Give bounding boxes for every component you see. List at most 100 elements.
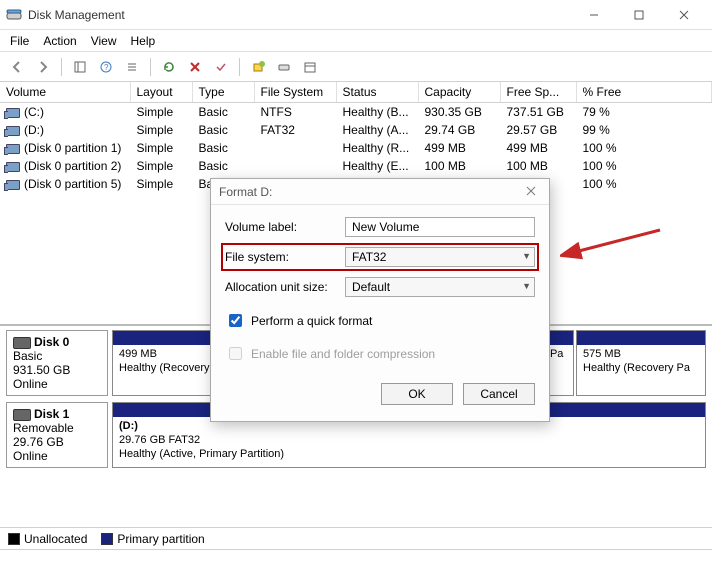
col-fs[interactable]: File System (254, 82, 336, 103)
table-row[interactable]: (Disk 0 partition 2) Simple Basic Health… (0, 157, 712, 175)
cell: (C:) (24, 105, 44, 119)
compression-checkbox (229, 347, 242, 360)
forward-icon[interactable] (32, 56, 54, 78)
swatch-unallocated (8, 533, 20, 545)
dialog-titlebar[interactable]: Format D: (211, 179, 549, 205)
menu-help[interactable]: Help (131, 34, 156, 48)
volume-label-label: Volume label: (225, 220, 345, 234)
volume-icon (6, 144, 20, 154)
window-minimize-button[interactable] (571, 0, 616, 30)
help-icon[interactable]: ? (95, 56, 117, 78)
show-hide-tree-icon[interactable] (69, 56, 91, 78)
partition-status: Healthy (Active, Primary Partition) (119, 448, 699, 462)
col-layout[interactable]: Layout (130, 82, 192, 103)
disk-info[interactable]: Disk 1 Removable 29.76 GB Online (6, 402, 108, 468)
cell: 100 MB (418, 157, 500, 175)
menu-file[interactable]: File (10, 34, 29, 48)
cell: Simple (130, 157, 192, 175)
cell: Healthy (A... (336, 121, 418, 139)
volume-icon (6, 108, 20, 118)
col-volume[interactable]: Volume (0, 82, 130, 103)
disk-status: Online (13, 377, 101, 391)
allocation-unit-label: Allocation unit size: (225, 280, 345, 294)
disk-name: Disk 0 (34, 335, 69, 349)
app-icon (6, 7, 22, 23)
check-icon[interactable] (210, 56, 232, 78)
cell: Basic (192, 121, 254, 139)
swatch-primary (101, 533, 113, 545)
cell: Simple (130, 103, 192, 122)
cell: Simple (130, 121, 192, 139)
col-capacity[interactable]: Capacity (418, 82, 500, 103)
volume-icon (6, 162, 20, 172)
cell: 29.57 GB (500, 121, 576, 139)
window-close-button[interactable] (661, 0, 706, 30)
delete-icon[interactable] (184, 56, 206, 78)
status-bar (0, 549, 712, 565)
cell: 100 % (576, 175, 712, 193)
cell: Basic (192, 157, 254, 175)
cell: Healthy (R... (336, 139, 418, 157)
toolbar: ? (0, 52, 712, 82)
properties-icon[interactable] (299, 56, 321, 78)
cell (254, 157, 336, 175)
format-dialog: Format D: Volume label: File system: ▼ A… (210, 178, 550, 422)
quick-format-checkbox[interactable] (229, 314, 242, 327)
partition[interactable]: 575 MB Healthy (Recovery Pa (576, 330, 706, 396)
cell: NTFS (254, 103, 336, 122)
table-row[interactable]: (Disk 0 partition 1) Simple Basic Health… (0, 139, 712, 157)
volume-label-input[interactable] (345, 217, 535, 237)
disk-type: Basic (13, 349, 101, 363)
cell: Simple (130, 175, 192, 193)
cell: 100 % (576, 139, 712, 157)
disk-size: 29.76 GB (13, 435, 101, 449)
new-volume-icon[interactable] (247, 56, 269, 78)
menu-view[interactable]: View (91, 34, 117, 48)
cell: Basic (192, 139, 254, 157)
allocation-unit-value[interactable] (345, 277, 535, 297)
cell: 100 % (576, 157, 712, 175)
file-system-select[interactable]: ▼ (345, 247, 535, 267)
refresh-icon[interactable] (158, 56, 180, 78)
disk-info[interactable]: Disk 0 Basic 931.50 GB Online (6, 330, 108, 396)
partition-name: (D:) (119, 420, 699, 434)
cell: 100 MB (500, 157, 576, 175)
attach-vhd-icon[interactable] (273, 56, 295, 78)
cell: 99 % (576, 121, 712, 139)
cell: 499 MB (500, 139, 576, 157)
legend: Unallocated Primary partition (0, 527, 712, 549)
col-type[interactable]: Type (192, 82, 254, 103)
window-maximize-button[interactable] (616, 0, 661, 30)
menu-action[interactable]: Action (43, 34, 76, 48)
table-row[interactable]: (C:) Simple Basic NTFS Healthy (B... 930… (0, 103, 712, 122)
col-free[interactable]: Free Sp... (500, 82, 576, 103)
cell: FAT32 (254, 121, 336, 139)
col-status[interactable]: Status (336, 82, 418, 103)
partition-size: 575 MB (583, 348, 699, 362)
disk-icon (13, 337, 31, 349)
legend-item: Unallocated (8, 532, 87, 546)
back-icon[interactable] (6, 56, 28, 78)
file-system-value[interactable] (345, 247, 535, 267)
allocation-unit-select[interactable]: ▼ (345, 277, 535, 297)
cell: 499 MB (418, 139, 500, 157)
compression-label: Enable file and folder compression (251, 347, 435, 361)
disk-status: Online (13, 449, 101, 463)
disk-size: 931.50 GB (13, 363, 101, 377)
cell: (Disk 0 partition 2) (24, 159, 121, 173)
cell: (D:) (24, 123, 44, 137)
partition-size: 29.76 GB FAT32 (119, 434, 699, 448)
partition-status: Healthy (Recovery Pa (583, 362, 699, 376)
cancel-button[interactable]: Cancel (463, 383, 535, 405)
cell: (Disk 0 partition 1) (24, 141, 121, 155)
menu-bar: File Action View Help (0, 30, 712, 52)
col-pct[interactable]: % Free (576, 82, 712, 103)
ok-button[interactable]: OK (381, 383, 453, 405)
dialog-close-button[interactable] (521, 185, 541, 199)
cell: 29.74 GB (418, 121, 500, 139)
list-icon[interactable] (121, 56, 143, 78)
table-row[interactable]: (D:) Simple Basic FAT32 Healthy (A... 29… (0, 121, 712, 139)
cell: 930.35 GB (418, 103, 500, 122)
dialog-title: Format D: (219, 185, 272, 199)
cell (254, 139, 336, 157)
